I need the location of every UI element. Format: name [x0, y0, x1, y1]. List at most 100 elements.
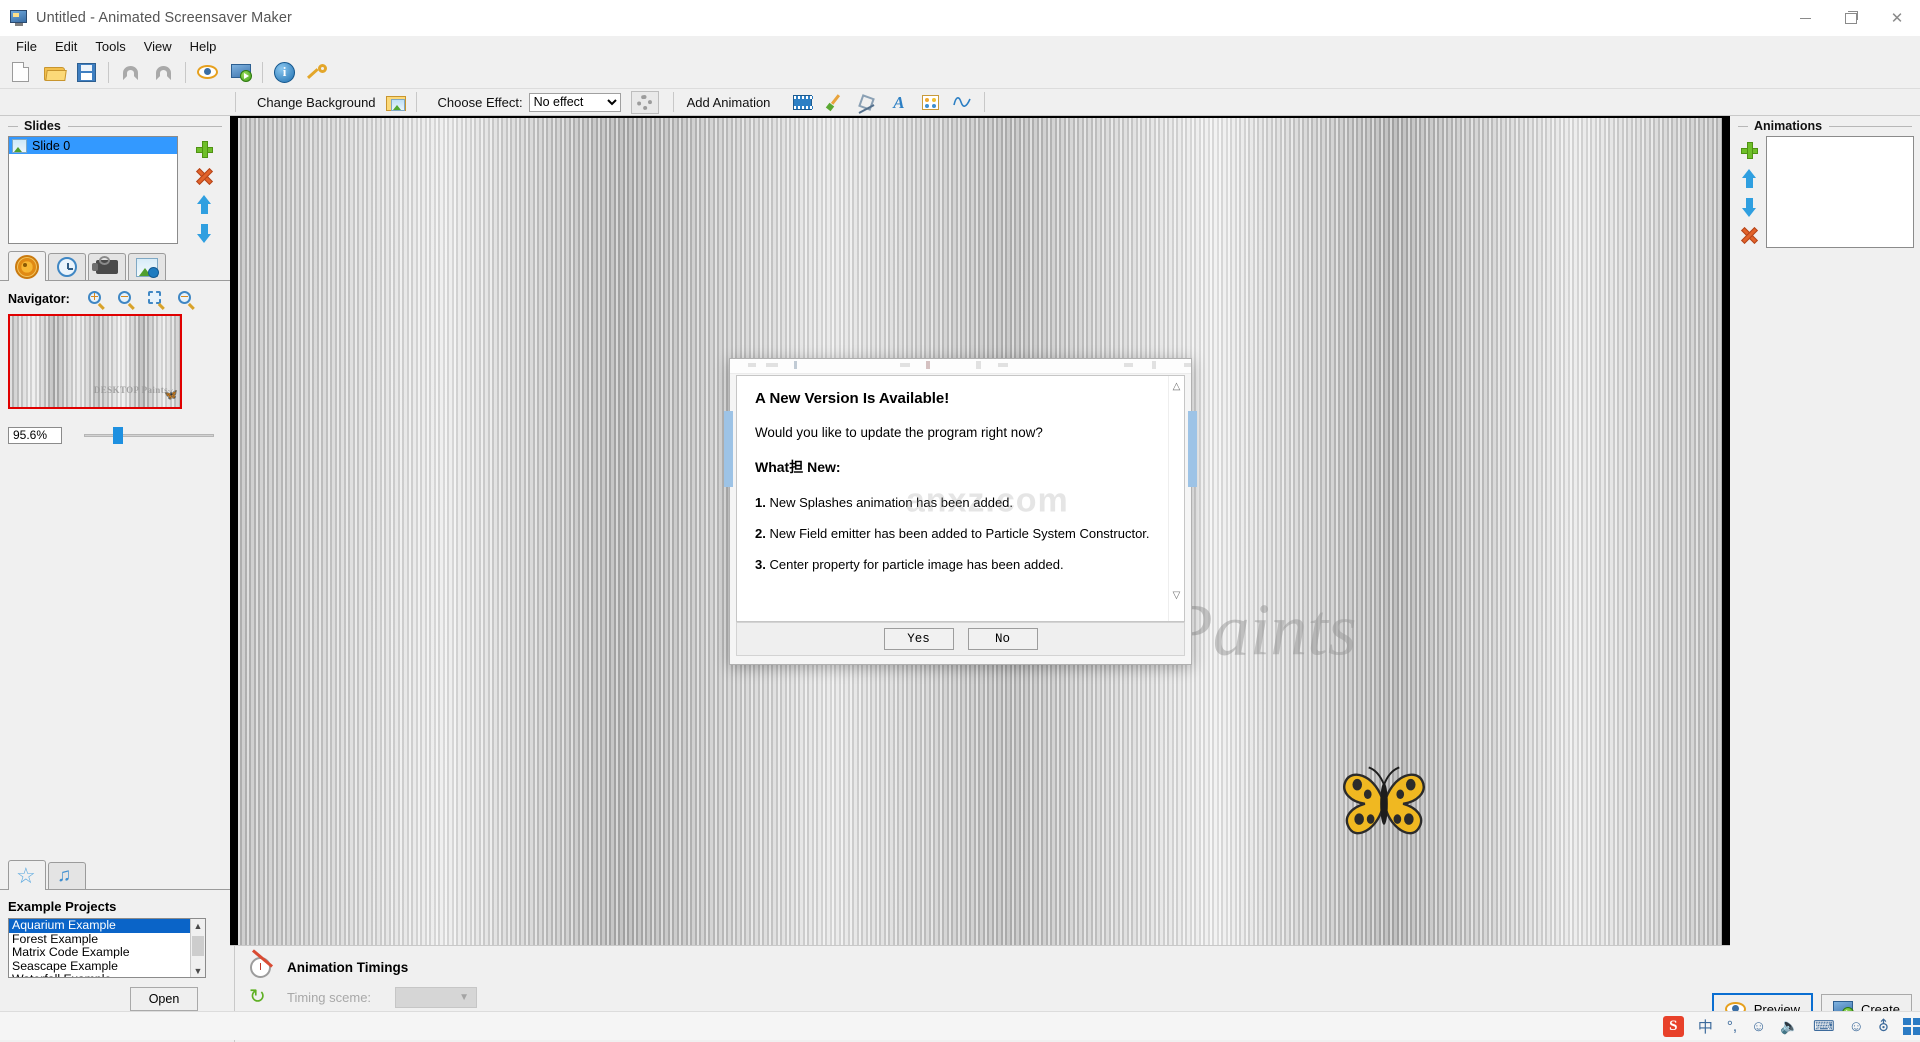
slide-label: Slide 0 [32, 138, 71, 153]
move-slide-down-button[interactable] [196, 224, 212, 243]
minimize-button[interactable] [1782, 0, 1828, 36]
ime-keyboard-icon[interactable]: ⌨ [1813, 1017, 1835, 1035]
zoom-slider-thumb[interactable] [113, 426, 123, 444]
ime-toolbox-icon[interactable] [1903, 1017, 1920, 1035]
delete-animation-button[interactable] [1741, 227, 1758, 244]
text-animation-icon[interactable]: A [887, 91, 910, 113]
add-slide-button[interactable] [195, 141, 213, 158]
zoom-actual-icon[interactable] [177, 290, 195, 310]
tab-settings[interactable] [8, 251, 46, 281]
navigator-thumbnail[interactable]: DESKTOP Paints 🦋 [8, 314, 182, 409]
effect-select[interactable]: No effect [528, 92, 621, 112]
chevron-up-icon[interactable]: ▲ [191, 919, 205, 932]
folder-image-icon[interactable] [384, 91, 407, 113]
save-icon[interactable] [72, 58, 101, 87]
ime-punctuation-icon[interactable]: °, [1727, 1018, 1737, 1035]
gear-icon[interactable] [630, 90, 659, 114]
dialog-scrollbar[interactable]: △ ▽ [1168, 376, 1184, 621]
timings-title-row: Animation Timings [247, 952, 477, 982]
dialog-title-bar[interactable] [730, 359, 1191, 374]
menu-item-help[interactable]: Help [181, 37, 226, 56]
add-animation-button[interactable] [1740, 142, 1758, 159]
navigator-header: Navigator: [0, 286, 230, 312]
list-item[interactable]: Waterfall Example [9, 973, 190, 977]
dialog-body: A New Version Is Available! Would you li… [736, 375, 1185, 622]
move-slide-up-button[interactable] [196, 195, 212, 214]
restore-button[interactable] [1828, 0, 1874, 36]
refresh-icon: ↻ [249, 986, 266, 1008]
new-icon[interactable] [6, 58, 35, 87]
particle-animation-icon[interactable] [919, 91, 942, 113]
dialog-change-item: 2. New Field emitter has been added to P… [755, 526, 1162, 541]
list-item[interactable]: Forest Example [9, 932, 190, 947]
open-example-button[interactable]: Open [130, 987, 198, 1011]
vector-animation-icon[interactable] [855, 91, 878, 114]
video-animation-icon[interactable] [791, 91, 814, 113]
scrollbar-thumb[interactable] [192, 936, 204, 956]
redo-icon[interactable] [149, 58, 178, 87]
chevron-down-icon[interactable]: ▽ [1169, 589, 1184, 603]
zoom-slider[interactable] [84, 426, 214, 444]
animations-list[interactable] [1766, 136, 1914, 248]
star-icon: ☆ [16, 863, 36, 888]
menu-item-view[interactable]: View [135, 37, 181, 56]
move-animation-down-button[interactable] [1741, 198, 1757, 217]
tab-example-projects[interactable]: ☆ [8, 860, 46, 890]
image-info-icon [136, 257, 159, 278]
ime-emoji-icon[interactable]: ☺ [1751, 1018, 1766, 1035]
menu-item-edit[interactable]: Edit [46, 37, 86, 56]
butterfly-icon: 🦋 [164, 389, 178, 401]
list-item[interactable]: Slide 0 [9, 137, 178, 154]
preview-eye-icon[interactable] [193, 58, 222, 87]
dialog-change-text: New Field emitter has been added to Part… [769, 526, 1150, 541]
tab-timings[interactable] [48, 253, 86, 280]
tab-image-info[interactable] [128, 253, 166, 280]
chevron-down-icon[interactable]: ▼ [191, 964, 205, 977]
sogou-input-icon[interactable]: S [1662, 1015, 1684, 1037]
yes-button[interactable]: Yes [883, 628, 954, 650]
list-item[interactable]: Aquarium Example [9, 919, 190, 933]
slides-buttons [178, 136, 230, 244]
zoom-out-icon[interactable] [117, 290, 135, 310]
example-list-scrollbar[interactable]: ▲ ▼ [190, 919, 205, 977]
ime-voice-icon[interactable]: 🔈 [1780, 1017, 1799, 1035]
menu-item-tools[interactable]: Tools [86, 37, 134, 56]
dialog-right-accent [1188, 411, 1197, 487]
ime-user-icon[interactable]: ☺ [1849, 1018, 1864, 1035]
timer-disabled-icon [249, 956, 271, 978]
paint-animation-icon[interactable] [823, 91, 846, 113]
navigator-zoom-buttons [87, 290, 195, 310]
ime-chinese-icon[interactable]: 中 [1698, 1016, 1713, 1037]
right-panel: Animations Preview Create [1711, 116, 1920, 1042]
list-item[interactable]: Seascape Example [9, 959, 190, 974]
wave-animation-icon[interactable] [951, 91, 974, 113]
timing-scheme-select[interactable]: ▼ [395, 986, 477, 1008]
chevron-up-icon[interactable]: △ [1169, 380, 1184, 394]
choose-effect-label: Choose Effect: [437, 94, 523, 110]
delete-slide-button[interactable] [196, 168, 213, 185]
list-item[interactable]: Matrix Code Example [9, 946, 190, 960]
create-screensaver-icon[interactable] [226, 58, 255, 87]
zoom-in-icon[interactable] [87, 290, 105, 310]
tab-video[interactable] [88, 253, 126, 280]
move-animation-up-button[interactable] [1741, 169, 1757, 188]
register-key-icon[interactable] [303, 58, 332, 87]
no-button[interactable]: No [967, 628, 1038, 650]
example-projects-list[interactable]: Aquarium Example Forest Example Matrix C… [8, 918, 206, 978]
close-button[interactable]: ✕ [1874, 0, 1920, 36]
toolbar-divider [984, 92, 986, 112]
zoom-fit-icon[interactable] [147, 290, 165, 310]
slides-list[interactable]: Slide 0 [8, 136, 179, 244]
dialog-change-text: Center property for particle image has b… [769, 557, 1064, 572]
slides-group-title: Slides [0, 116, 230, 136]
open-icon[interactable] [39, 58, 68, 87]
ime-skin-icon[interactable]: ⛢ [1878, 1017, 1889, 1035]
undo-icon[interactable] [116, 58, 145, 87]
zoom-value-input[interactable]: 95.6% [8, 426, 62, 444]
bottom-left-tab-strip: ☆ ♫ [0, 859, 230, 890]
dialog-change-text: New Splashes animation has been added. [769, 495, 1014, 510]
dialog-question: Would you like to update the program rig… [755, 425, 1043, 440]
info-icon[interactable]: i [270, 58, 299, 87]
menu-item-file[interactable]: File [7, 37, 46, 56]
tab-music[interactable]: ♫ [48, 862, 86, 889]
